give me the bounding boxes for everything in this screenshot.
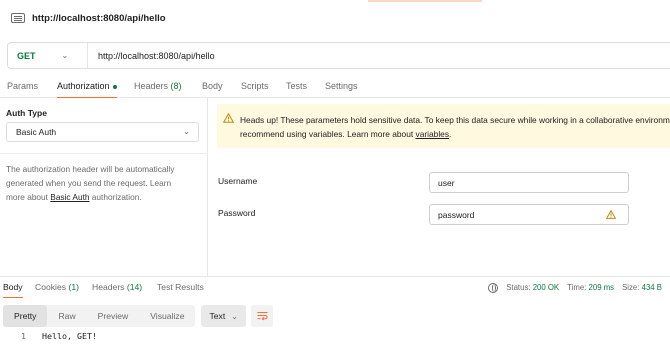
password-label: Password	[218, 208, 256, 218]
active-dot-icon	[112, 84, 117, 89]
response-tab-cookies-label: Cookies	[35, 282, 67, 292]
size-value[interactable]: 434 B	[642, 283, 662, 292]
variables-link[interactable]: variables	[416, 129, 450, 139]
tab-settings[interactable]: Settings	[325, 76, 358, 98]
tab-scripts[interactable]: Scripts	[241, 76, 269, 98]
visualize-button[interactable]: Visualize	[139, 305, 195, 327]
auth-description-line: generated when you send the request. Lea…	[6, 178, 172, 188]
tab-params[interactable]: Params	[7, 76, 38, 98]
tab-headers-label: Headers	[134, 81, 169, 91]
view-mode-group: Pretty Raw Preview Visualize	[3, 305, 196, 327]
warning-text: Heads up! These parameters hold sensitiv…	[240, 113, 670, 148]
auth-description-line: more about Basic Auth authorization.	[6, 190, 202, 204]
wrap-lines-icon	[257, 312, 268, 321]
auth-type-value: Basic Auth	[16, 127, 57, 137]
format-type-select[interactable]: Text ⌄	[201, 305, 246, 327]
warning-text-part: recommend using variables. Learn more ab…	[240, 129, 416, 139]
response-tab-headers-count: (14)	[126, 282, 143, 292]
tab-headers-count: (8)	[170, 81, 182, 91]
warning-triangle-icon	[223, 113, 234, 123]
chevron-down-icon: ⌄	[183, 127, 190, 136]
tab-body[interactable]: Body	[202, 76, 223, 98]
request-tabs: Params Authorization Headers (8) Body Sc…	[0, 76, 670, 98]
sensitive-data-warning: Heads up! These parameters hold sensitiv…	[217, 104, 670, 148]
http-request-icon	[11, 13, 25, 23]
status-value[interactable]: 200 OK	[533, 283, 559, 292]
globe-icon[interactable]	[488, 282, 499, 293]
warning-line: recommend using variables. Learn more ab…	[240, 127, 670, 141]
warning-triangle-icon	[606, 210, 616, 219]
auth-type-select[interactable]: Basic Auth ⌄	[6, 122, 199, 142]
url-input[interactable]: http://localhost:8080/api/hello	[88, 51, 215, 61]
method-select[interactable]: GET ⌄	[8, 43, 88, 68]
username-label: Username	[218, 176, 258, 186]
username-input[interactable]: user	[429, 172, 629, 193]
response-tab-body[interactable]: Body	[3, 277, 23, 298]
tab-authorization[interactable]: Authorization	[57, 76, 117, 98]
warning-line: Heads up! These parameters hold sensitiv…	[240, 115, 670, 125]
chevron-down-icon: ⌄	[231, 312, 238, 321]
time-value[interactable]: 209 ms	[589, 283, 615, 292]
auth-type-label: Auth Type	[6, 108, 47, 118]
auth-pane: Auth Type Basic Auth ⌄ The authorization…	[0, 98, 208, 276]
chevron-down-icon: ⌄	[61, 51, 69, 60]
auth-description-text: more about	[6, 192, 51, 202]
line-number: 1	[21, 331, 26, 341]
response-tab-test-results[interactable]: Test Results	[157, 277, 204, 298]
request-title-bar: http://localhost:8080/api/hello	[0, 0, 670, 36]
warning-text-part: .	[449, 129, 452, 139]
username-value: user	[438, 177, 455, 188]
response-tab-headers[interactable]: Headers (14)	[92, 277, 142, 298]
tab-headers[interactable]: Headers (8)	[134, 76, 182, 98]
response-body-line: 1 Hello, GET!	[0, 331, 97, 345]
auth-description-line: The authorization header will be automat…	[6, 164, 175, 174]
response-tabs: Body Cookies (1) Headers (14) Test Resul…	[0, 277, 670, 299]
divider	[0, 153, 208, 154]
response-format-bar: Pretty Raw Preview Visualize Text ⌄	[3, 305, 273, 327]
raw-button[interactable]: Raw	[47, 305, 86, 327]
size-label: Size:	[622, 283, 640, 292]
auth-description-text: authorization.	[89, 192, 142, 202]
url-bar: GET ⌄ http://localhost:8080/api/hello	[7, 42, 670, 69]
response-tab-headers-label: Headers	[92, 282, 125, 292]
tab-authorization-label: Authorization	[57, 81, 110, 91]
pretty-button[interactable]: Pretty	[3, 305, 48, 327]
format-type-value: Text	[209, 311, 226, 321]
auth-description: The authorization header will be automat…	[6, 162, 202, 204]
request-title[interactable]: http://localhost:8080/api/hello	[32, 13, 166, 24]
password-value: password	[438, 209, 475, 220]
basic-auth-link[interactable]: Basic Auth	[50, 192, 89, 202]
password-input[interactable]: password	[429, 204, 629, 225]
wrap-lines-button[interactable]	[250, 305, 273, 327]
status-label: Status:	[506, 283, 531, 292]
response-body-text[interactable]: Hello, GET!	[42, 331, 97, 341]
time-label: Time:	[567, 283, 587, 292]
response-status: Status: 200 OK Time: 209 ms Size: 434 B	[488, 277, 662, 298]
response-tab-cookies[interactable]: Cookies (1)	[35, 277, 79, 298]
tab-tests[interactable]: Tests	[286, 76, 307, 98]
preview-button[interactable]: Preview	[87, 305, 140, 327]
response-tab-cookies-count: (1)	[68, 282, 79, 292]
method-label: GET	[17, 50, 36, 61]
